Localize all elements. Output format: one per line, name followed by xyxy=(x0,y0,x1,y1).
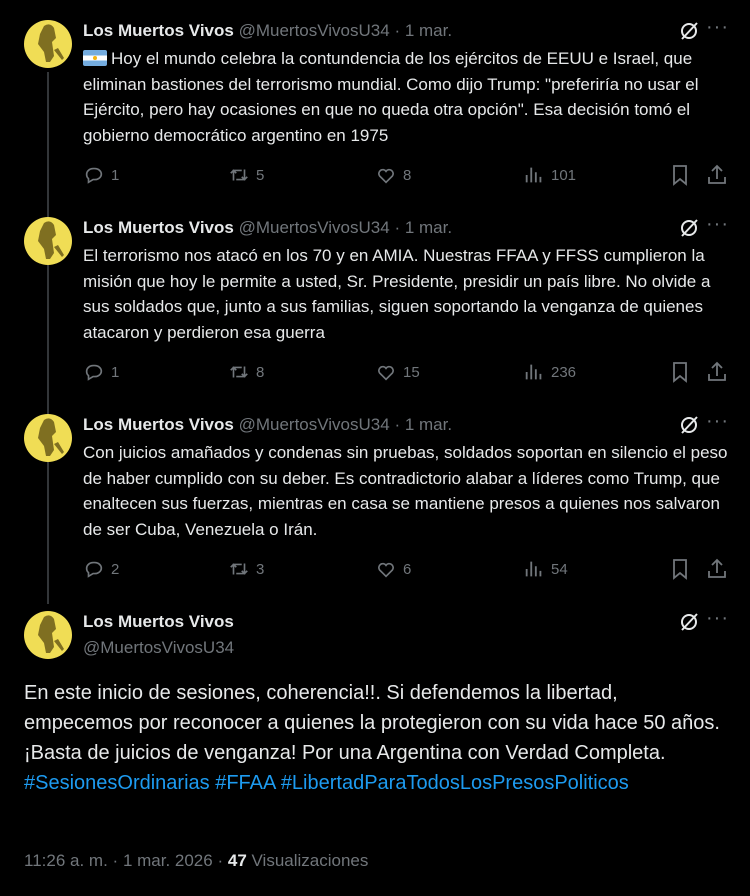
main-tweet-text: En este inicio de sesiones, coherencia!!… xyxy=(24,682,720,794)
hashtag-link[interactable]: #LibertadParaTodosLosPresosPoliticos xyxy=(281,772,629,794)
tweet-actions: 2 3 6 54 xyxy=(83,557,733,581)
repost-count: 5 xyxy=(256,166,265,184)
share-icon[interactable] xyxy=(705,360,729,384)
tweet-date[interactable]: 1 mar. xyxy=(405,415,452,434)
avatar[interactable] xyxy=(24,414,72,462)
like-button[interactable]: 15 xyxy=(375,360,420,384)
reply-icon xyxy=(85,167,103,184)
bookmark-icon[interactable] xyxy=(668,360,692,384)
grok-icon[interactable] xyxy=(678,414,700,436)
views-icon xyxy=(525,561,542,577)
more-icon[interactable]: ··· xyxy=(706,214,730,239)
like-icon xyxy=(378,562,394,578)
grok-icon[interactable] xyxy=(678,611,700,633)
views-count: 236 xyxy=(551,363,577,381)
reply-count: 1 xyxy=(111,363,120,381)
like-button[interactable]: 6 xyxy=(375,557,411,581)
tweet-actions: 1 5 8 101 xyxy=(83,163,733,187)
author-name[interactable]: Los Muertos Vivos xyxy=(83,415,234,434)
bookmark-icon[interactable] xyxy=(668,163,692,187)
author-handle[interactable]: @MuertosVivosU34 xyxy=(239,21,390,40)
separator: · xyxy=(217,851,224,870)
hashtag-link[interactable]: #SesionesOrdinarias xyxy=(24,772,210,794)
reply-count: 1 xyxy=(111,166,120,184)
author-name[interactable]: Los Muertos Vivos xyxy=(83,218,234,237)
tweet-text: El terrorismo nos atacó en los 70 y en A… xyxy=(83,246,711,342)
separator: · xyxy=(112,851,119,870)
reply-button[interactable]: 1 xyxy=(83,163,119,187)
tweet-time[interactable]: 11:26 a. m. xyxy=(24,851,108,870)
repost-count: 8 xyxy=(256,363,265,381)
author-handle[interactable]: @MuertosVivosU34 xyxy=(83,637,234,659)
like-count: 6 xyxy=(403,560,412,578)
avatar[interactable] xyxy=(24,611,72,659)
tweet-actions: 1 8 15 236 xyxy=(83,360,733,384)
repost-button[interactable]: 5 xyxy=(228,163,264,187)
share-icon[interactable] xyxy=(705,557,729,581)
views-button[interactable]: 54 xyxy=(523,557,568,581)
author-handle[interactable]: @MuertosVivosU34 xyxy=(239,218,390,237)
reply-count: 2 xyxy=(111,560,120,578)
repost-icon xyxy=(230,169,248,181)
flag-argentina-icon xyxy=(83,50,107,66)
repost-button[interactable]: 3 xyxy=(228,557,264,581)
more-icon[interactable]: ··· xyxy=(706,608,730,633)
author-name[interactable]: Los Muertos Vivos xyxy=(83,21,234,40)
grok-icon[interactable] xyxy=(678,20,700,42)
more-icon[interactable]: ··· xyxy=(706,411,730,436)
views-label: Visualizaciones xyxy=(251,851,369,870)
tweet-text: Con juicios amañados y condenas sin prue… xyxy=(83,443,728,539)
views-icon xyxy=(525,364,542,380)
tweet-text: Hoy el mundo celebra la contundencia de … xyxy=(83,49,699,145)
author-handle[interactable]: @MuertosVivosU34 xyxy=(239,415,390,434)
views-button[interactable]: 101 xyxy=(523,163,576,187)
tweet-header: Los Muertos Vivos @MuertosVivosU34 · 1 m… xyxy=(83,217,452,239)
avatar[interactable] xyxy=(24,217,72,265)
reply-icon xyxy=(85,561,103,578)
tweet-full-date[interactable]: 1 mar. 2026 xyxy=(123,851,213,870)
like-count: 8 xyxy=(403,166,412,184)
grok-icon[interactable] xyxy=(678,217,700,239)
hashtag-link[interactable]: #FFAA xyxy=(215,772,275,794)
like-icon xyxy=(378,365,394,381)
like-icon xyxy=(378,168,394,184)
author-name[interactable]: Los Muertos Vivos xyxy=(83,611,234,633)
tweet-header: Los Muertos Vivos @MuertosVivosU34 · 1 m… xyxy=(83,414,452,436)
views-count: 54 xyxy=(551,560,568,578)
repost-icon xyxy=(230,563,248,575)
bookmark-icon[interactable] xyxy=(668,557,692,581)
repost-count: 3 xyxy=(256,560,265,578)
like-button[interactable]: 8 xyxy=(375,163,411,187)
views-count[interactable]: 47 xyxy=(228,851,247,870)
views-icon xyxy=(525,167,542,183)
like-count: 15 xyxy=(403,363,420,381)
views-count: 101 xyxy=(551,166,577,184)
views-button[interactable]: 236 xyxy=(523,360,576,384)
separator: · xyxy=(394,415,401,434)
more-icon[interactable]: ··· xyxy=(706,17,730,42)
repost-button[interactable]: 8 xyxy=(228,360,264,384)
tweet-meta: 11:26 a. m. · 1 mar. 2026 · 47 Visualiza… xyxy=(24,850,368,872)
thread-line xyxy=(47,72,49,604)
tweet-date[interactable]: 1 mar. xyxy=(405,21,452,40)
separator: · xyxy=(394,218,401,237)
repost-icon xyxy=(230,366,248,378)
reply-button[interactable]: 2 xyxy=(83,557,119,581)
reply-button[interactable]: 1 xyxy=(83,360,119,384)
share-icon[interactable] xyxy=(705,163,729,187)
reply-icon xyxy=(85,364,103,381)
tweet-header: Los Muertos Vivos @MuertosVivosU34 · 1 m… xyxy=(83,20,452,42)
separator: · xyxy=(394,21,401,40)
avatar[interactable] xyxy=(24,20,72,68)
tweet-date[interactable]: 1 mar. xyxy=(405,218,452,237)
